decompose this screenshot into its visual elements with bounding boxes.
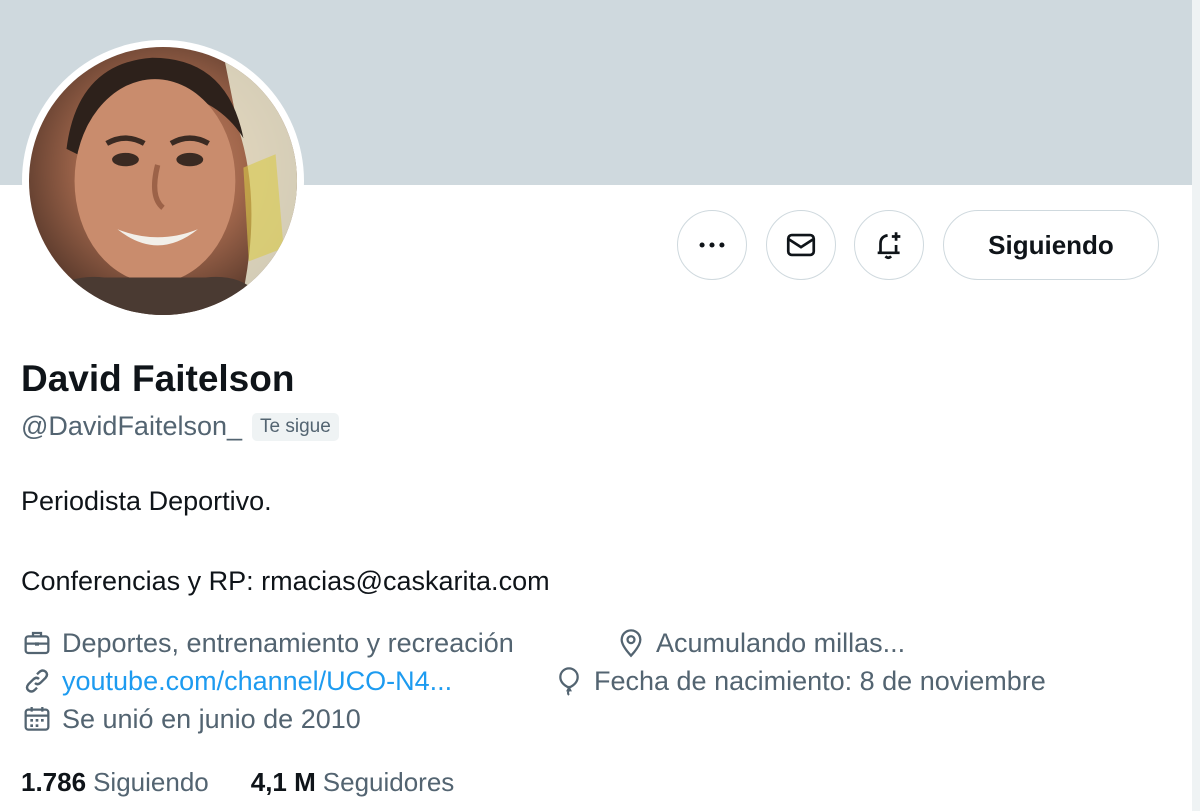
handle-row: @DavidFaitelson_ Te sigue bbox=[21, 411, 339, 442]
message-button[interactable] bbox=[766, 210, 836, 280]
bell-plus-icon bbox=[877, 232, 901, 260]
joined-text: Se unió en junio de 2010 bbox=[62, 703, 361, 734]
bio-line: Conferencias y RP: rmacias@caskarita.com bbox=[21, 566, 550, 596]
profile-category: Deportes, entrenamiento y recreación bbox=[21, 627, 514, 659]
followers-stat-link[interactable]: 4,1 M Seguidores bbox=[251, 767, 455, 798]
bio-line: Periodista Deportivo. bbox=[21, 486, 272, 516]
location-text: Acumulando millas... bbox=[656, 627, 906, 658]
balloon-icon bbox=[559, 667, 579, 696]
briefcase-icon bbox=[24, 631, 50, 655]
profile-name: David Faitelson bbox=[21, 358, 295, 399]
category-text: Deportes, entrenamiento y recreación bbox=[62, 627, 514, 658]
profile-location: Acumulando millas... bbox=[615, 627, 905, 659]
website-link[interactable]: youtube.com/channel/UCO-N4... bbox=[62, 666, 452, 697]
profile-joined-date: Se unió en junio de 2010 bbox=[21, 703, 361, 735]
profile-birthday: Fecha de nacimiento: 8 de noviembre bbox=[553, 665, 1046, 697]
following-label: Siguiendo bbox=[93, 767, 209, 797]
following-stat-link[interactable]: 1.786 Siguiendo bbox=[21, 767, 209, 798]
notifications-button[interactable] bbox=[854, 210, 924, 280]
followers-count: 4,1 M bbox=[250, 767, 316, 797]
calendar-icon bbox=[24, 707, 50, 731]
follows-you-badge: Te sigue bbox=[252, 412, 339, 441]
profile-website[interactable]: youtube.com/channel/UCO-N4... bbox=[21, 665, 452, 697]
more-icon bbox=[699, 242, 725, 248]
location-pin-icon bbox=[620, 629, 642, 658]
link-icon bbox=[25, 669, 49, 693]
birthday-text: Fecha de nacimiento: 8 de noviembre bbox=[594, 665, 1046, 696]
scrollbar-track[interactable] bbox=[1192, 0, 1200, 811]
following-button[interactable]: Siguiendo bbox=[943, 210, 1159, 280]
avatar-photo bbox=[29, 47, 297, 315]
more-options-button[interactable] bbox=[677, 210, 747, 280]
profile-handle: @DavidFaitelson_ bbox=[21, 411, 243, 441]
mail-icon bbox=[786, 233, 816, 257]
follow-stats: 1.786 Siguiendo 4,1 M Seguidores bbox=[21, 767, 496, 798]
followers-label: Seguidores bbox=[322, 767, 455, 797]
profile-avatar[interactable] bbox=[22, 40, 304, 322]
following-count: 1.786 bbox=[21, 767, 87, 797]
